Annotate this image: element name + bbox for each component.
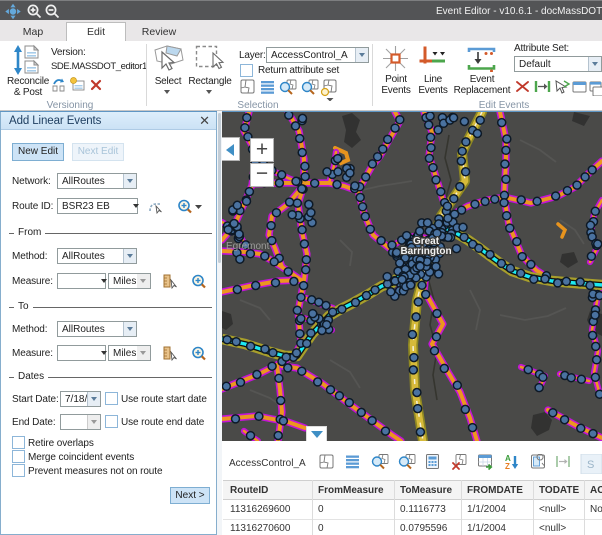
svg-text:Z: Z [505, 462, 510, 471]
svg-text:Egremont: Egremont [226, 241, 270, 252]
svg-text:Barrington: Barrington [400, 246, 451, 257]
svg-text:S: S [587, 459, 594, 471]
